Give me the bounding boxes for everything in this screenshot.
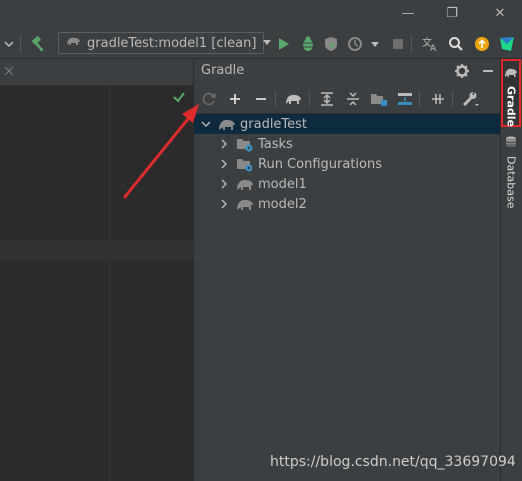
annotation-arrow	[122, 104, 199, 199]
watermark-text: https://blog.csdn.net/qq_33697094	[270, 454, 516, 470]
